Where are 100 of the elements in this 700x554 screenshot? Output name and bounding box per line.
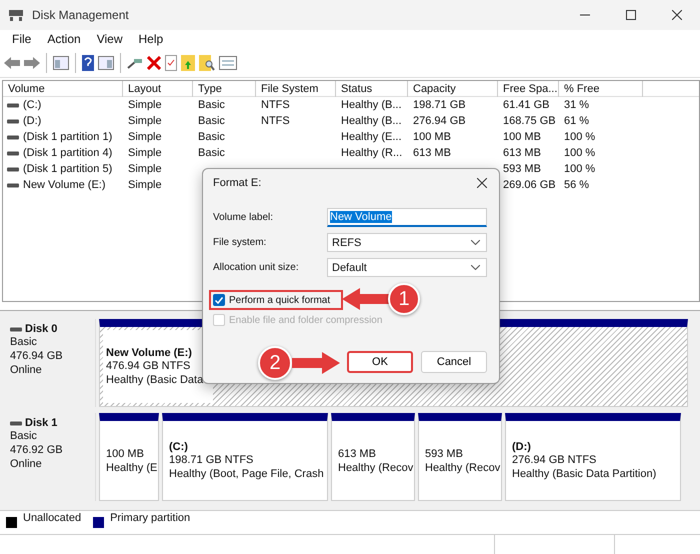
field-label: File system: bbox=[213, 237, 268, 248]
folder-search-icon[interactable] bbox=[199, 54, 215, 70]
column-header[interactable]: % Free bbox=[559, 81, 643, 97]
table-cell-text: Basic bbox=[197, 99, 226, 111]
table-cell-text: Simple bbox=[127, 179, 163, 191]
partition-health: Healthy (Basic Data Partition) bbox=[512, 466, 656, 480]
column-header[interactable]: Free Spa... bbox=[498, 81, 559, 97]
pane-icon[interactable] bbox=[98, 56, 114, 70]
list-window-icon[interactable] bbox=[219, 56, 237, 70]
disk-status: Online bbox=[10, 457, 42, 471]
drive-icon bbox=[7, 118, 19, 124]
partition-health: Healthy (Recov bbox=[338, 460, 414, 474]
window-title: Disk Management bbox=[32, 8, 130, 22]
disk-name: Disk 1 bbox=[25, 417, 58, 429]
partition-health: Healthy (Boot, Page File, Crash bbox=[169, 466, 324, 480]
chevron-down-icon bbox=[471, 240, 480, 245]
disk-name: Disk 0 bbox=[25, 323, 58, 335]
table-cell-text: 56 % bbox=[563, 179, 590, 191]
partition-block[interactable]: (C:) 198.71 GB NTFS Healthy (Boot, Page File, Crash bbox=[162, 413, 328, 501]
partition-size: 198.71 GB NTFS bbox=[169, 452, 254, 466]
menu-item[interactable]: View bbox=[88, 30, 130, 48]
maximize-icon[interactable] bbox=[626, 10, 636, 20]
partition-label: New Volume (E:) bbox=[106, 346, 193, 358]
dialog-title: Format E: bbox=[213, 177, 262, 189]
column-header[interactable]: File System bbox=[256, 81, 336, 97]
partition-health: Healthy (Basic Data bbox=[106, 372, 204, 386]
partition-label: (C:) bbox=[169, 440, 189, 452]
partition-size: 593 MB bbox=[425, 446, 463, 460]
help-icon[interactable] bbox=[82, 54, 94, 70]
back-arrow-icon[interactable] bbox=[4, 56, 20, 68]
drive-icon bbox=[7, 134, 19, 140]
dropdown[interactable]: Default bbox=[327, 258, 487, 277]
disk-management-icon bbox=[8, 8, 24, 22]
table-cell-text: Healthy (B... bbox=[340, 99, 403, 111]
checkbox-label: Perform a quick format bbox=[229, 294, 330, 306]
partition-block[interactable]: 100 MB Healthy (E bbox=[99, 413, 159, 501]
column-header[interactable]: Type bbox=[193, 81, 256, 97]
table-cell-text: Healthy (B... bbox=[340, 115, 403, 127]
field-label: Volume label: bbox=[213, 212, 274, 223]
input-field[interactable]: New Volume bbox=[327, 208, 487, 227]
table-cell-text: 168.75 GB bbox=[502, 115, 557, 127]
partition-size: 476.94 GB NTFS bbox=[106, 358, 190, 372]
column-header[interactable]: Volume bbox=[3, 81, 123, 97]
table-cell: (C:) bbox=[23, 99, 42, 111]
drive-icon bbox=[7, 166, 19, 172]
checklist-icon[interactable] bbox=[165, 54, 177, 70]
table-cell-text: Basic bbox=[197, 115, 226, 127]
table-cell: (Disk 1 partition 1) bbox=[23, 131, 112, 143]
table-cell: (Disk 1 partition 5) bbox=[23, 163, 112, 175]
dropdown[interactable]: REFS bbox=[327, 233, 487, 252]
table-cell-text: 198.71 GB bbox=[412, 99, 467, 111]
disk-status: Online bbox=[10, 363, 42, 377]
table-cell-text: Simple bbox=[127, 163, 163, 175]
menu-item[interactable]: Help bbox=[130, 30, 172, 48]
drive-icon bbox=[7, 182, 19, 188]
folder-up-icon[interactable] bbox=[181, 54, 195, 70]
table-cell-text: Simple bbox=[127, 99, 163, 111]
partition-size: 613 MB bbox=[338, 446, 376, 460]
legend-label: Primary partition bbox=[110, 511, 190, 525]
checkbox[interactable] bbox=[213, 294, 225, 306]
partition-block[interactable]: (D:) 276.94 GB NTFS Healthy (Basic Data Partition) bbox=[505, 413, 681, 501]
table-cell-text: Basic bbox=[197, 147, 226, 159]
close-icon[interactable] bbox=[672, 10, 682, 20]
partition-size: 276.94 GB NTFS bbox=[512, 452, 596, 466]
disk-type: Basic bbox=[10, 429, 37, 443]
table-cell-text: Simple bbox=[127, 147, 163, 159]
chevron-down-icon bbox=[471, 265, 480, 270]
disk-size: 476.94 GB bbox=[10, 349, 63, 363]
table-cell-text: 61.41 GB bbox=[502, 99, 550, 111]
column-header[interactable]: Status bbox=[336, 81, 408, 97]
delete-icon[interactable] bbox=[147, 56, 161, 70]
partition-label: (D:) bbox=[512, 440, 532, 452]
table-cell-text: 100 % bbox=[563, 131, 596, 143]
column-header[interactable]: Layout bbox=[123, 81, 193, 97]
table-cell-text: Healthy (E... bbox=[340, 131, 403, 143]
table-cell-text: 613 MB bbox=[412, 147, 452, 159]
disk-size: 476.92 GB bbox=[10, 443, 63, 457]
table-cell-text: 276.94 GB bbox=[412, 115, 467, 127]
column-header[interactable]: Capacity bbox=[408, 81, 498, 97]
partition-block[interactable]: 593 MB Healthy (Recov bbox=[418, 413, 502, 501]
forward-arrow-icon[interactable] bbox=[24, 56, 40, 68]
drive-icon bbox=[10, 326, 22, 332]
menu-item[interactable]: File bbox=[4, 30, 40, 48]
table-cell-text: Simple bbox=[127, 115, 163, 127]
console-tree-icon[interactable] bbox=[53, 56, 69, 70]
legend-label: Unallocated bbox=[23, 511, 82, 525]
close-icon[interactable] bbox=[477, 178, 487, 188]
table-cell-text: 31 % bbox=[563, 99, 590, 111]
partition-size: 100 MB bbox=[106, 446, 144, 460]
cancel-button[interactable]: Cancel bbox=[421, 351, 487, 373]
connect-icon[interactable] bbox=[127, 56, 143, 68]
partition-block[interactable]: 613 MB Healthy (Recov bbox=[331, 413, 415, 501]
table-cell-text: 61 % bbox=[563, 115, 590, 127]
drive-icon bbox=[7, 150, 19, 156]
menu-item[interactable]: Action bbox=[39, 30, 89, 48]
table-cell-text: 613 MB bbox=[502, 147, 542, 159]
table-cell: New Volume (E:) bbox=[23, 179, 106, 191]
table-cell-text: NTFS bbox=[260, 115, 291, 127]
table-cell: (Disk 1 partition 4) bbox=[23, 147, 112, 159]
ok-button[interactable]: OK bbox=[347, 351, 413, 373]
